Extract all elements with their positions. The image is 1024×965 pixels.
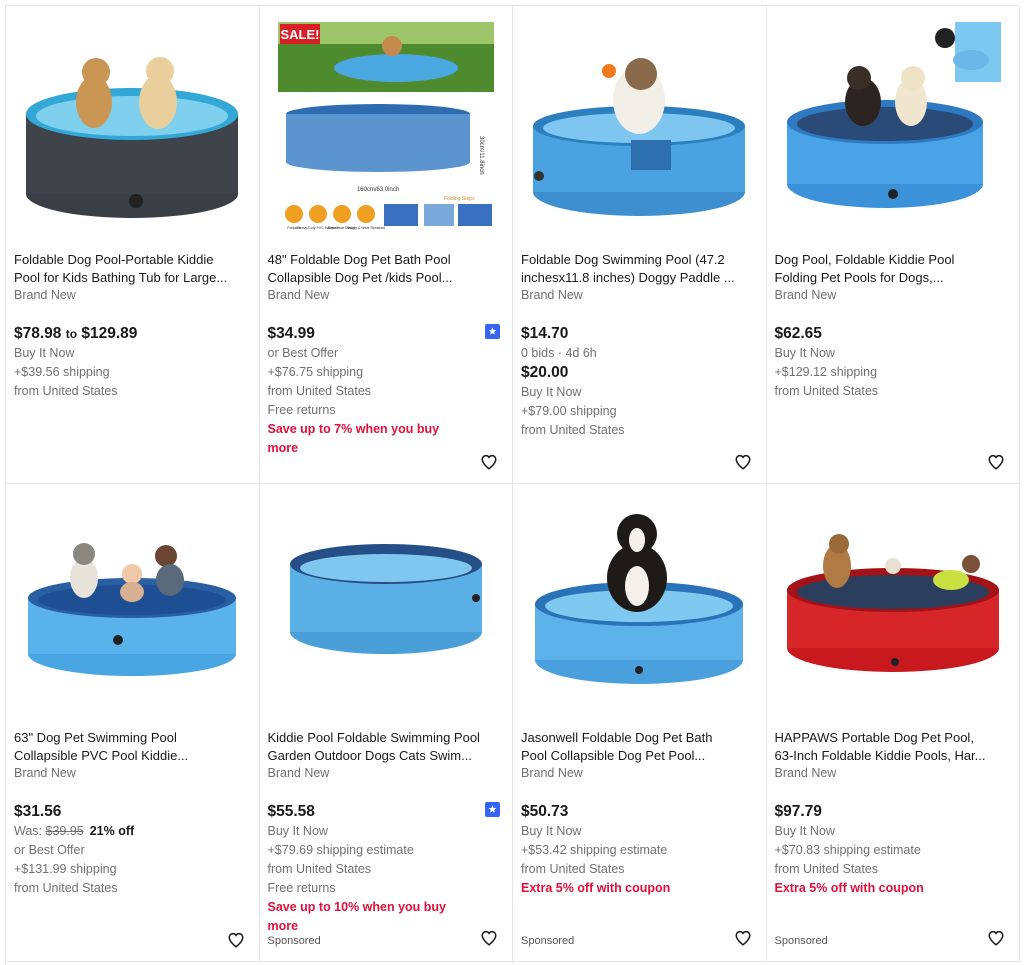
diameter-label: 160cm/63.0inch — [356, 187, 398, 193]
shipping-label: +$39.56 shipping — [14, 365, 110, 379]
sale-label: SALE! — [280, 27, 319, 42]
promo-label: Save up to 7% when you buy more — [267, 422, 440, 455]
format-label: Buy It Now — [14, 346, 75, 360]
heart-outline-icon[interactable] — [987, 453, 1005, 471]
listing-card[interactable]: Kiddie Pool Foldable Swimming Pool Garde… — [259, 484, 513, 962]
condition-label: Brand New — [774, 766, 837, 780]
shipping-label: +$79.00 shipping — [521, 404, 617, 418]
bids-label: 0 bids · 4d 6h — [521, 346, 597, 360]
price: $97.79 — [774, 803, 822, 820]
coupon-label: Extra 5% off with coupon — [774, 881, 924, 895]
location-label: from United States — [774, 862, 879, 876]
listing-title[interactable]: HAPPAWS Portable Dog Pet Pool, 63-Inch F… — [775, 729, 1011, 764]
heart-outline-icon[interactable] — [227, 931, 245, 949]
location-label: from United States — [521, 423, 625, 437]
condition-label: Brand New — [14, 766, 76, 780]
condition-label: Brand New — [774, 288, 837, 302]
listing-title[interactable]: 48" Foldable Dog Pet Bath Pool Collapsib… — [268, 251, 504, 286]
format-label: Buy It Now — [774, 346, 835, 360]
listing-card[interactable]: Jasonwell Foldable Dog Pet Bath Pool Col… — [513, 484, 767, 962]
shipping-label: +$129.12 shipping — [774, 365, 878, 379]
condition-label: Brand New — [521, 766, 583, 780]
heart-outline-icon[interactable] — [987, 929, 1005, 947]
price: $55.58 — [267, 803, 315, 820]
product-image[interactable] — [775, 494, 1011, 722]
promo-label: Save up to 10% when you buy more — [267, 900, 447, 933]
sponsored-label: Sponsored — [521, 935, 575, 947]
location-label: from United States — [774, 384, 879, 398]
best-offer-label: or Best Offer — [267, 346, 339, 360]
product-image[interactable] — [521, 494, 757, 722]
listing-title[interactable]: 63" Dog Pet Swimming Pool Collapsible PV… — [14, 729, 250, 764]
listing-title[interactable]: Foldable Dog Pool-Portable Kiddie Pool f… — [14, 251, 250, 286]
sponsored-label: Sponsored — [774, 935, 828, 947]
shipping-label: +$131.99 shipping — [14, 862, 117, 876]
listing-title[interactable]: Foldable Dog Swimming Pool (47.2 inchesx… — [521, 251, 757, 286]
product-image[interactable]: SALE! 160cm/63.0inch 30cm/11.8inch Foldi… — [268, 16, 504, 244]
best-offer-label: or Best Offer — [14, 843, 85, 857]
condition-label: Brand New — [14, 288, 76, 302]
price: $50.73 — [521, 803, 569, 820]
product-image[interactable] — [14, 16, 250, 244]
product-image[interactable] — [268, 494, 504, 722]
listing-title[interactable]: Jasonwell Foldable Dog Pet Bath Pool Col… — [521, 729, 757, 764]
listing-title[interactable]: Dog Pool, Foldable Kiddie Pool Folding P… — [775, 251, 1011, 286]
heart-outline-icon[interactable] — [480, 929, 498, 947]
listing-card[interactable]: Foldable Dog Pool-Portable Kiddie Pool f… — [6, 6, 260, 484]
listing-title[interactable]: Kiddie Pool Foldable Swimming Pool Garde… — [268, 729, 504, 764]
product-image[interactable] — [521, 16, 757, 244]
buy-now-price: $20.00 — [521, 364, 569, 381]
shipping-label: +$76.75 shipping — [267, 365, 364, 379]
price: $62.65 — [774, 325, 822, 342]
height-label: 30cm/11.8inch — [478, 136, 484, 175]
heart-outline-icon[interactable] — [480, 453, 498, 471]
location-label: from United States — [267, 384, 372, 398]
price: $31.56 — [14, 803, 62, 820]
coupon-label: Extra 5% off with coupon — [521, 881, 671, 895]
shipping-label: +$70.83 shipping estimate — [774, 843, 921, 857]
price: $14.70 — [521, 325, 569, 342]
condition-label: Brand New — [267, 766, 330, 780]
price: $34.99 — [267, 325, 315, 342]
price: $78.98 to $129.89 — [14, 325, 138, 342]
listing-card[interactable]: 63" Dog Pet Swimming Pool Collapsible PV… — [6, 484, 260, 962]
heart-outline-icon[interactable] — [734, 453, 752, 471]
search-results-grid: Foldable Dog Pool-Portable Kiddie Pool f… — [5, 5, 1020, 965]
location-label: from United States — [14, 384, 118, 398]
location-label: from United States — [14, 881, 118, 895]
sponsored-label: Sponsored — [267, 935, 321, 947]
format-label: Buy It Now — [774, 824, 835, 838]
shipping-label: +$53.42 shipping estimate — [521, 843, 668, 857]
listing-card[interactable]: Foldable Dog Swimming Pool (47.2 inchesx… — [513, 6, 767, 484]
location-label: from United States — [521, 862, 625, 876]
format-label: Buy It Now — [521, 385, 582, 399]
product-image[interactable] — [14, 494, 250, 722]
condition-label: Brand New — [267, 288, 330, 302]
product-image[interactable] — [775, 16, 1011, 244]
condition-label: Brand New — [521, 288, 583, 302]
was-price: $39.95 — [45, 824, 84, 838]
folding-steps-label: Folding Steps — [444, 196, 475, 202]
format-label: Buy It Now — [267, 824, 328, 838]
listing-card[interactable]: Dog Pool, Foldable Kiddie Pool Folding P… — [766, 6, 1020, 484]
free-returns-label: Free returns — [267, 881, 336, 895]
shipping-label: +$79.69 shipping estimate — [267, 843, 414, 857]
listing-card[interactable]: SALE! 160cm/63.0inch 30cm/11.8inch Foldi… — [259, 6, 513, 484]
feature-label: Sturdy & Wear Resistant — [346, 226, 384, 230]
free-returns-label: Free returns — [267, 403, 336, 417]
heart-outline-icon[interactable] — [734, 929, 752, 947]
was-price-label: Was: $39.95 21% off — [14, 824, 135, 838]
location-label: from United States — [267, 862, 372, 876]
discount-label: 21% off — [89, 824, 135, 838]
listing-card[interactable]: HAPPAWS Portable Dog Pet Pool, 63-Inch F… — [766, 484, 1020, 962]
format-label: Buy It Now — [521, 824, 582, 838]
